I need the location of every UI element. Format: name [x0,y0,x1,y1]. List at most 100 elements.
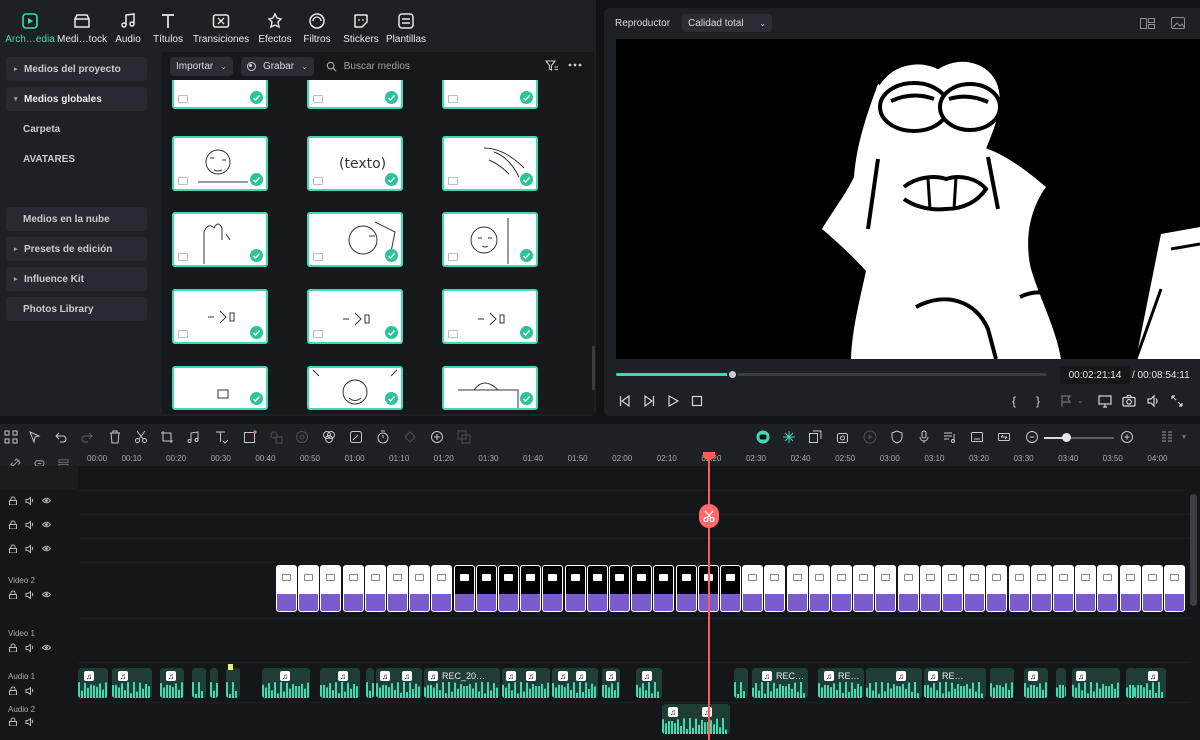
sidebar-item-global-media[interactable]: ▾ Medios globales [6,87,147,111]
video-clip[interactable] [942,565,963,612]
translate-icon[interactable] [457,430,471,444]
media-thumbnail[interactable] [172,136,268,191]
video-clip[interactable] [764,565,786,612]
redo-icon[interactable] [80,430,94,444]
audio-clip[interactable]: ♫ [636,668,662,698]
select-pointer-icon[interactable] [28,430,42,444]
media-thumbnail[interactable] [442,366,538,410]
sidebar-item-avatars[interactable]: AVATARES [6,147,147,171]
effect-disabled-icon[interactable] [269,430,283,444]
video-clip[interactable] [1008,565,1030,612]
video-clip[interactable] [542,565,564,612]
eye-icon[interactable] [42,520,51,529]
speaker-icon[interactable] [25,643,34,652]
audio-clip[interactable]: ♫ [262,668,310,698]
tab-effects[interactable]: Efectos [254,0,296,52]
ai-toggle-icon[interactable] [756,430,770,444]
video-clip[interactable] [720,565,741,612]
video-clip[interactable] [475,565,497,612]
video-clip[interactable] [276,565,297,612]
sidebar-item-edit-presets[interactable]: ▸ Presets de edición [6,237,147,261]
record-button[interactable]: Grabar ⌄ [240,56,314,76]
snap-icon[interactable] [782,430,796,444]
video-clip[interactable] [875,565,897,612]
video-clip[interactable] [364,565,386,612]
filter-sort-icon[interactable] [545,59,559,72]
video-clip[interactable] [897,565,919,612]
media-thumbnail[interactable] [442,212,538,267]
audio-clip[interactable]: ♫ [602,668,620,698]
fit-icon[interactable] [997,430,1011,444]
speaker-icon[interactable] [25,544,34,553]
tab-media[interactable]: Arch…edia [4,0,56,52]
video-preview[interactable] [616,39,1200,359]
delete-icon[interactable] [108,430,122,444]
audio-clip[interactable]: ♫ REC… [752,668,808,698]
video-clip[interactable] [1097,565,1119,612]
tab-music-note[interactable]: Audio [108,0,148,52]
audio-clip[interactable] [734,668,748,698]
media-thumbnail[interactable] [307,366,403,410]
zoom-in-icon[interactable] [1120,430,1134,444]
video-clip[interactable] [586,565,608,612]
display-icon[interactable] [1098,394,1112,408]
eye-icon[interactable] [42,544,51,553]
video-clip[interactable] [675,565,697,612]
media-thumbnail[interactable] [442,136,538,191]
sidebar-item-photos-library[interactable]: Photos Library [6,297,147,321]
lock-icon[interactable] [8,496,17,505]
media-thumbnail[interactable] [442,289,538,344]
audio-clip[interactable]: ♫ [112,668,152,698]
video-clip[interactable] [1141,565,1163,612]
audio-clip[interactable]: ♫ RE… [924,668,986,698]
marker-icon[interactable] [1059,394,1073,408]
ai-edit-icon[interactable] [349,430,363,444]
media-thumbnail[interactable] [442,80,538,109]
tab-filter[interactable]: Filtros [296,0,338,52]
lock-icon[interactable] [8,520,17,529]
media-thumbnail[interactable] [172,212,268,267]
lock-icon[interactable] [8,544,17,553]
media-thumbnail[interactable] [172,366,268,410]
crop-frame-icon[interactable] [243,430,257,444]
video-clip[interactable] [431,565,453,612]
previous-frame-icon[interactable] [618,394,632,408]
media-thumbnail[interactable]: (texto) [307,136,403,191]
audio-clip[interactable] [1056,668,1066,698]
fullscreen-icon[interactable] [1170,394,1184,408]
sub-icon[interactable] [970,430,984,444]
speaker-icon[interactable] [25,496,34,505]
media-replace-icon[interactable] [836,430,850,444]
playhead[interactable] [708,452,710,740]
audio-clip[interactable]: ♫ RE… [818,668,864,698]
audio-clip[interactable]: ♫ [78,668,108,698]
audio-clip[interactable]: ♫ [320,668,360,698]
video-clip[interactable] [986,565,1008,612]
shield-icon[interactable] [890,430,904,444]
media-thumbnail[interactable] [307,212,403,267]
volume-icon[interactable] [1146,394,1160,408]
video-clip[interactable] [653,565,675,612]
video-clip[interactable] [831,565,852,612]
timeline-vertical-scrollbar[interactable] [1190,494,1197,606]
mark-out-icon[interactable]: } [1036,394,1040,408]
layout-icon[interactable] [1140,18,1155,29]
eye-icon[interactable] [42,590,51,599]
audio-clip[interactable]: ♫ [1072,668,1120,698]
view-grid-icon[interactable] [1160,430,1174,444]
sidebar-item-project-media[interactable]: ▸ Medios del proyecto [6,57,147,81]
video-clip[interactable] [342,565,364,612]
lock-icon[interactable] [8,643,17,652]
eye-icon[interactable] [42,496,51,505]
tab-transition[interactable]: Transiciones [188,0,254,52]
video-clip[interactable] [1030,565,1052,612]
zoom-slider-handle[interactable] [1062,433,1071,442]
audio-clip[interactable]: ♫ ♫ [662,704,730,734]
undo-icon[interactable] [54,430,68,444]
video-clip[interactable] [786,565,808,612]
video-clip[interactable] [387,565,408,612]
video-clip[interactable] [1164,565,1185,612]
video-clip[interactable] [453,565,475,612]
speaker-icon[interactable] [25,590,34,599]
audio-clip[interactable] [192,668,206,698]
